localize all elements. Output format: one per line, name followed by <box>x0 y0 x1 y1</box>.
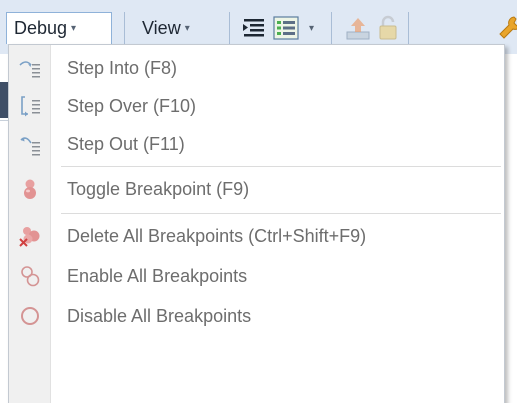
menu-separator <box>61 213 501 214</box>
debug-dropdown-menu: Step Into (F8) Step Over (F10) Step Out … <box>8 44 505 403</box>
menu-item-step-into[interactable]: Step Into (F8) <box>9 49 504 87</box>
app-window: Debug ▾ View ▾ ▾ Step Into (F8) Step Ove… <box>0 0 517 403</box>
menu-item-label: Step Out (F11) <box>67 133 185 154</box>
disable-breakpoints-icon <box>21 307 39 325</box>
enable-breakpoints-icon <box>21 266 40 287</box>
menu-item-label: Step Into (F8) <box>67 57 178 78</box>
toolbar-separator <box>331 12 332 44</box>
toolbar-separator <box>408 12 409 44</box>
unlock-icon[interactable] <box>374 14 402 42</box>
delete-breakpoints-icon <box>19 227 40 247</box>
menu-item-step-over[interactable]: Step Over (F10) <box>9 87 504 125</box>
menu-item-step-out[interactable]: Step Out (F11) <box>9 125 504 163</box>
menu-item-label: Enable All Breakpoints <box>67 265 248 286</box>
upload-icon[interactable] <box>344 14 372 42</box>
chevron-down-icon: ▾ <box>184 22 190 34</box>
menu-item-disable-all-breakpoints[interactable]: Disable All Breakpoints <box>9 297 504 335</box>
wrench-icon[interactable] <box>496 14 517 42</box>
menu-item-enable-all-breakpoints[interactable]: Enable All Breakpoints <box>9 257 504 295</box>
background-panel-header <box>0 82 8 118</box>
view-menu-button[interactable]: View ▾ <box>134 12 190 44</box>
menu-item-label: Step Over (F10) <box>67 95 197 116</box>
indent-icon[interactable] <box>240 14 268 42</box>
menu-separator <box>61 166 501 167</box>
chevron-down-icon: ▾ <box>71 23 77 34</box>
toolbar-separator <box>229 12 230 44</box>
step-out-icon <box>20 137 40 156</box>
chevron-down-icon[interactable]: ▾ <box>305 12 314 44</box>
debug-menu-button[interactable]: Debug ▾ <box>6 12 112 44</box>
list-view-icon[interactable] <box>272 14 300 42</box>
toolbar-separator <box>124 12 125 44</box>
menu-item-label: Toggle Breakpoint (F9) <box>67 178 250 199</box>
menu-item-delete-all-breakpoints[interactable]: Delete All Breakpoints (Ctrl+Shift+F9) <box>9 217 504 255</box>
step-into-icon <box>19 61 40 78</box>
menu-item-label: Disable All Breakpoints <box>67 305 252 326</box>
menu-item-label: Delete All Breakpoints (Ctrl+Shift+F9) <box>67 225 367 246</box>
breakpoint-icon <box>24 179 36 199</box>
step-over-icon <box>21 96 40 117</box>
debug-menu-label: Debug <box>14 18 68 38</box>
menu-item-toggle-breakpoint[interactable]: Toggle Breakpoint (F9) <box>9 170 504 208</box>
background-divider <box>0 120 8 121</box>
view-menu-label: View <box>142 17 181 38</box>
